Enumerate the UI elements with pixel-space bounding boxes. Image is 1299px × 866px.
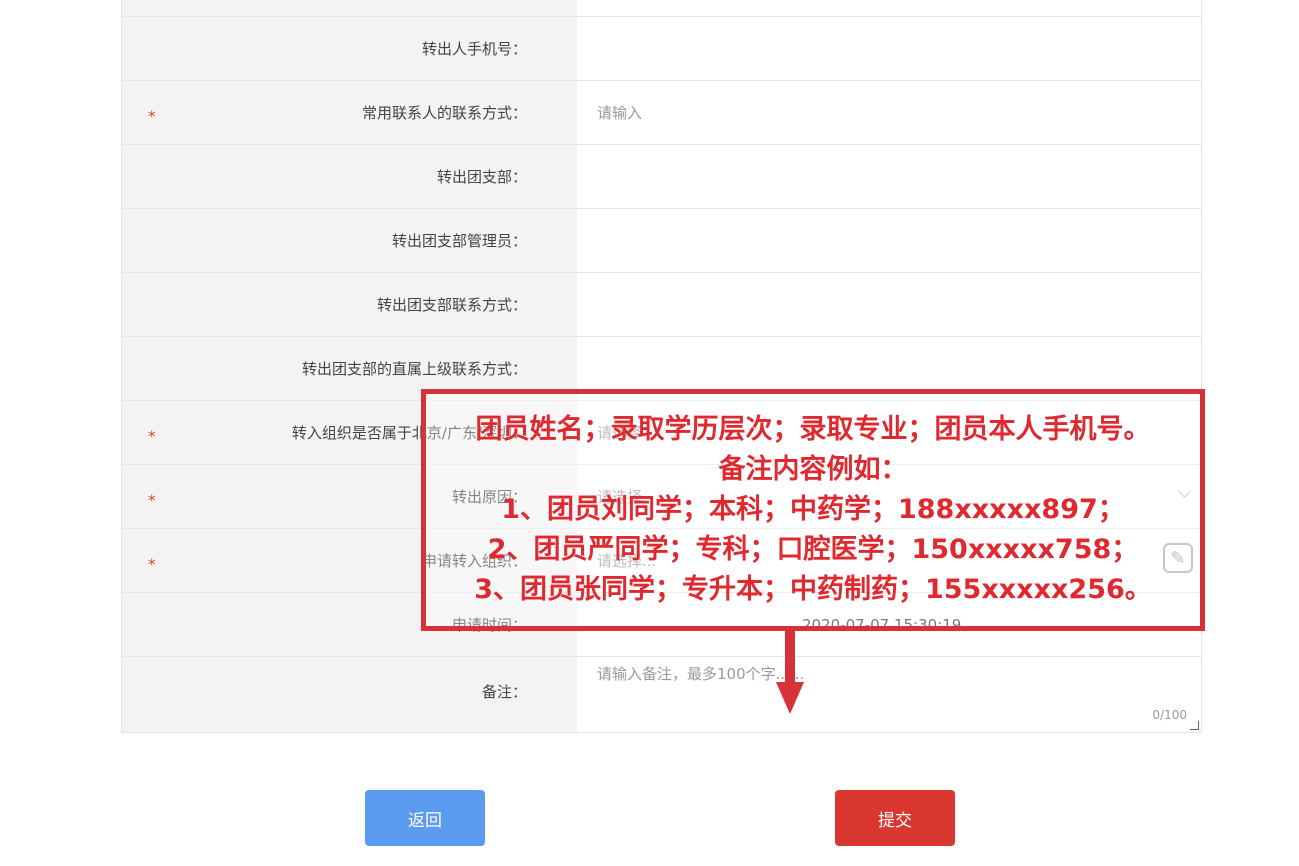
resize-handle-icon[interactable] [1190, 721, 1199, 730]
back-button[interactable]: 返回 [365, 790, 485, 846]
annotation-line: 2、团员严同学；专科；口腔医学；150xxxxx758； [487, 534, 1139, 565]
form-row-contact: * 常用联系人的联系方式： 请输入 [122, 80, 1201, 144]
contact-label-cell: * 常用联系人的联系方式： [122, 81, 577, 144]
form-row-branch-contact: 转出团支部联系方式： [122, 272, 1201, 336]
branch-value [577, 145, 1201, 208]
required-mark: * [148, 491, 156, 510]
contact-input-placeholder: 请输入 [597, 104, 643, 122]
branch-contact-value [577, 273, 1201, 336]
annotation-line: 备注内容例如： [718, 454, 908, 485]
form-value [577, 0, 1201, 16]
annotation-line: 3、团员张同学；专升本；中药制药；155xxxxx256。 [474, 574, 1152, 605]
submit-button[interactable]: 提交 [835, 790, 955, 846]
annotation-arrow-shaft [785, 631, 795, 683]
form-row-remark: 备注： 0/100 [122, 656, 1201, 732]
arrow-down-icon [776, 682, 804, 714]
required-mark: * [148, 555, 156, 574]
form-row-transferor-phone: 转出人手机号： [122, 16, 1201, 80]
annotation-box: 团员姓名；录取学历层次；录取专业；团员本人手机号。 备注内容例如： 1、团员刘同… [421, 389, 1205, 631]
remark-textarea[interactable] [597, 663, 1197, 723]
form-row-top [122, 0, 1201, 16]
required-mark: * [148, 107, 156, 126]
branch-admin-value [577, 209, 1201, 272]
form-label [122, 0, 577, 16]
branch-contact-label: 转出团支部联系方式： [122, 273, 577, 336]
remark-cell: 0/100 [577, 657, 1201, 732]
form-row-branch: 转出团支部： [122, 144, 1201, 208]
contact-input[interactable]: 请输入 [577, 81, 1201, 144]
transferor-phone-label: 转出人手机号： [122, 17, 577, 80]
form-row-branch-admin: 转出团支部管理员： [122, 208, 1201, 272]
required-mark: * [148, 427, 156, 446]
contact-label: 常用联系人的联系方式： [361, 104, 527, 122]
char-counter: 0/100 [1152, 708, 1187, 722]
annotation-line: 1、团员刘同学；本科；中药学；188xxxxx897； [501, 494, 1125, 525]
transferor-phone-value [577, 17, 1201, 80]
branch-label: 转出团支部： [122, 145, 577, 208]
remark-label: 备注： [122, 657, 577, 732]
branch-admin-label: 转出团支部管理员： [122, 209, 577, 272]
annotation-line: 团员姓名；录取学历层次；录取专业；团员本人手机号。 [475, 414, 1151, 445]
